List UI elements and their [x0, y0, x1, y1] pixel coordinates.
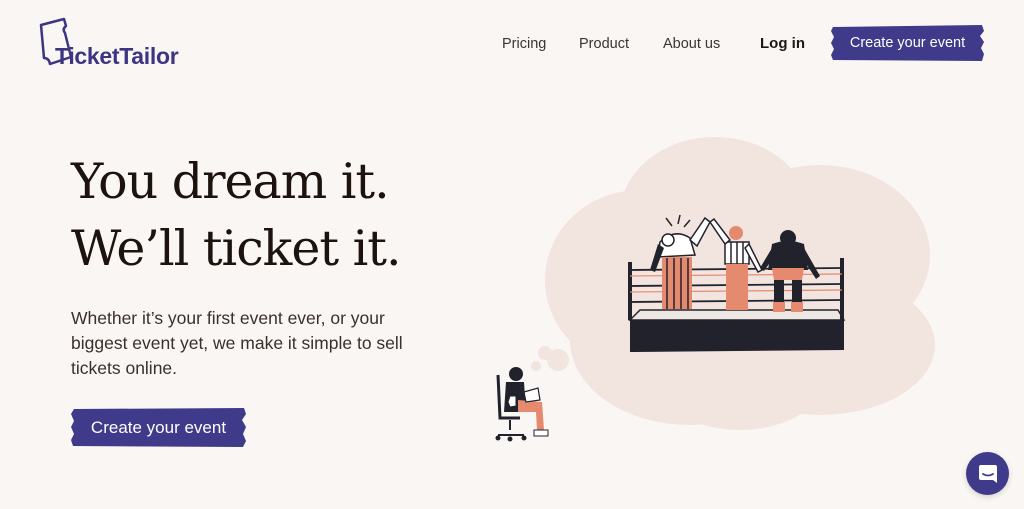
hero-headline-line1: You dream it. [71, 153, 390, 210]
hero-cta-label: Create your event [90, 417, 227, 437]
dream-illustration [490, 130, 950, 460]
login-link[interactable]: Log in [760, 35, 805, 52]
chat-launcher-button[interactable] [966, 452, 1009, 495]
header-cta-label: Create your event [849, 35, 966, 51]
nav-pricing[interactable]: Pricing [502, 36, 546, 52]
wrestling-ring-illustration-icon [495, 137, 935, 442]
header-create-event-button[interactable]: Create your event [831, 25, 984, 61]
chat-icon [978, 464, 997, 483]
nav-product[interactable]: Product [579, 36, 629, 52]
hero-create-event-button[interactable]: Create your event [71, 408, 246, 447]
hero-subtext: Whether it’s your first event ever, or y… [71, 308, 403, 378]
site-header: TicketTailor Pricing Product About us Lo… [0, 0, 1024, 86]
nav-about-us[interactable]: About us [663, 36, 720, 52]
hero-headline-line2: We’ll ticket it. [71, 220, 402, 277]
